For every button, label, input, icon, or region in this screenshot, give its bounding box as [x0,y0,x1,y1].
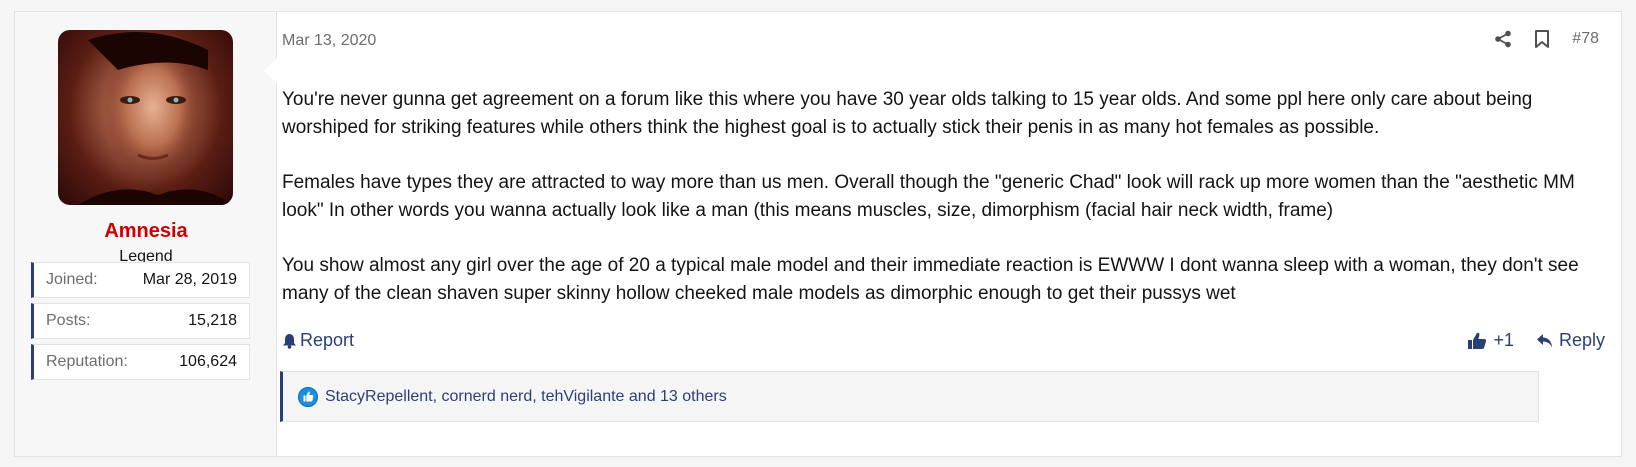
stat-value: 15,218 [188,312,237,329]
stat-label: Reputation: [46,353,128,370]
user-avatar[interactable] [58,30,233,205]
reply-label: Reply [1558,330,1605,350]
report-label: Report [300,330,355,350]
stat-posts: Posts: 15,218 [31,303,250,339]
avatar-image [78,32,233,205]
post-paragraph: You show almost any girl over the age of… [282,255,1579,304]
like-count: +1 [1493,330,1514,350]
user-sidebar: Amnesia Legend Joined: Mar 28, 2019 Post… [15,12,277,456]
bookmark-icon[interactable] [1534,30,1550,48]
post-header-actions: #78 [1494,30,1599,48]
like-reaction-icon [298,386,318,407]
like-button[interactable]: +1 [1467,330,1514,351]
reply-arrow-icon [1536,334,1552,347]
post-date[interactable]: Mar 13, 2020 [282,32,376,50]
post-reactions-actions: +1 Reply [1467,330,1605,351]
reactions-text[interactable]: StacyRepellent, cornerd nerd, tehVigilan… [325,388,727,406]
reactions-bar[interactable]: StacyRepellent, cornerd nerd, tehVigilan… [280,371,1539,422]
post-footer-actions: Report +1 Reply [282,330,1605,356]
post-body: You're never gunna get agreement on a fo… [282,86,1602,335]
stat-reputation: Reputation: 106,624 [31,344,250,380]
stat-value: 106,624 [179,353,237,370]
stat-label: Posts: [46,312,91,329]
share-icon[interactable] [1494,30,1512,48]
stat-joined: Joined: Mar 28, 2019 [31,262,250,298]
message-pointer [264,58,277,84]
reply-button[interactable]: Reply [1536,330,1605,351]
post-container: Amnesia Legend Joined: Mar 28, 2019 Post… [14,11,1622,457]
post-number[interactable]: #78 [1572,30,1599,48]
bell-icon [283,333,296,349]
stat-value: Mar 28, 2019 [142,271,237,288]
post-paragraph: Females have types they are attracted to… [282,172,1575,221]
thumbs-up-icon [1468,332,1487,349]
report-link[interactable]: Report [282,330,354,351]
stat-label: Joined: [46,271,98,288]
username[interactable]: Amnesia [15,220,277,243]
post-paragraph: You're never gunna get agreement on a fo… [282,89,1533,138]
